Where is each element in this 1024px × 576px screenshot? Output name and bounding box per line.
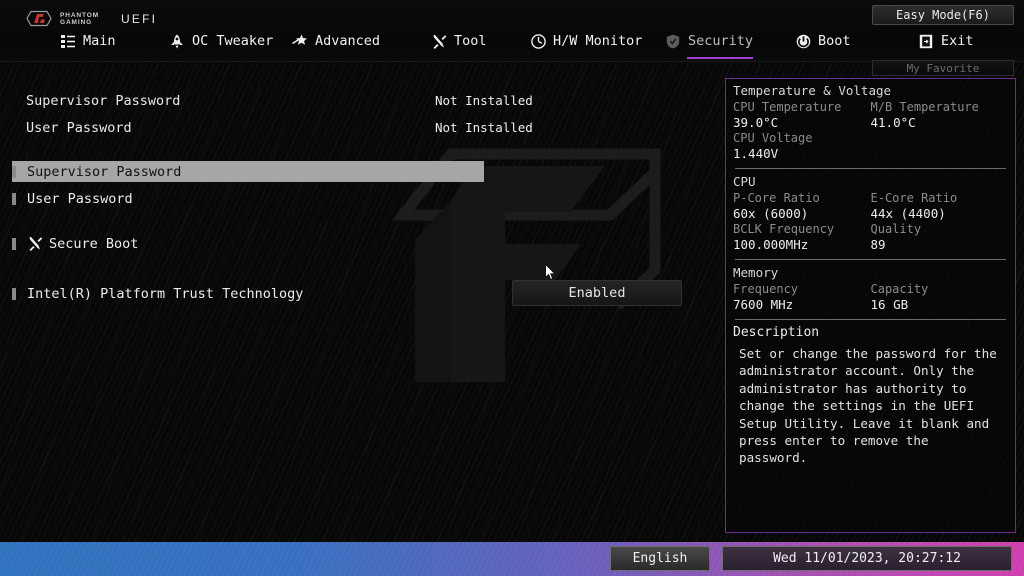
shield-icon: [665, 33, 681, 49]
memory-row: Frequency 7600 MHz Capacity 16 GB: [733, 282, 1008, 313]
memory-frequency-value: 7600 MHz: [733, 297, 871, 313]
list-icon: [60, 33, 76, 49]
status-value: Not Installed: [435, 120, 533, 136]
item-bullet-icon: [12, 238, 16, 250]
tab-boot-label: Boot: [818, 33, 851, 49]
menu-item-label: Secure Boot: [49, 236, 138, 252]
tab-hw-monitor[interactable]: H/W Monitor: [530, 29, 642, 53]
tools-icon: [27, 236, 43, 252]
section-divider: [735, 259, 1006, 260]
status-value: Not Installed: [435, 93, 533, 109]
tab-oc-tweaker-label: OC Tweaker: [192, 33, 273, 49]
description-body: Set or change the password for the admin…: [733, 345, 1008, 467]
bclk-frequency-label: BCLK Frequency: [733, 222, 871, 237]
rocket-icon: [169, 33, 185, 49]
menu-item-label: User Password: [27, 191, 133, 207]
item-bullet-icon: [12, 166, 16, 178]
section-divider: [735, 319, 1006, 320]
gauge-icon: [530, 33, 546, 49]
menu-item-intel-ptt[interactable]: Intel(R) Platform Trust Technology: [12, 283, 312, 304]
bclk-quality-row: BCLK Frequency 100.000MHz Quality 89: [733, 222, 1008, 253]
power-icon: [795, 33, 811, 49]
phantom-gaming-emblem-icon: [26, 10, 52, 27]
tab-security[interactable]: Security: [665, 29, 753, 53]
tab-security-label: Security: [688, 33, 753, 49]
tab-advanced-label: Advanced: [315, 33, 380, 49]
tab-advanced[interactable]: Advanced: [292, 29, 380, 53]
my-favorite-button[interactable]: My Favorite: [872, 60, 1014, 76]
tab-main-label: Main: [83, 33, 116, 49]
datetime-display[interactable]: Wed 11/01/2023, 20:27:12: [722, 546, 1012, 571]
cpu-section-title: CPU: [733, 174, 1008, 189]
memory-capacity-label: Capacity: [871, 282, 1009, 297]
quality-value: 89: [871, 237, 1009, 253]
status-row-supervisor-password: Supervisor Password Not Installed: [26, 90, 686, 112]
description-title: Description: [733, 325, 1008, 340]
system-info-panel: Temperature & Voltage CPU Temperature 39…: [725, 78, 1016, 533]
section-divider: [735, 168, 1006, 169]
brand-line-1: PHANTOM: [60, 12, 99, 19]
tab-tool[interactable]: Tool: [431, 29, 487, 53]
ecore-ratio-value: 44x (4400): [871, 206, 1009, 222]
ecore-ratio-label: E-Core Ratio: [871, 191, 1009, 206]
item-bullet-icon: [12, 288, 16, 300]
tab-oc-tweaker[interactable]: OC Tweaker: [169, 29, 273, 53]
menu-item-secure-boot[interactable]: Secure Boot: [12, 233, 484, 254]
main-content: Supervisor Password Not Installed User P…: [0, 62, 720, 536]
brand-logo: PHANTOM GAMING UEFI: [26, 10, 157, 27]
voltage-row: CPU Voltage 1.440V: [733, 131, 1008, 162]
cpu-voltage-value: 1.440V: [733, 146, 871, 162]
tools-icon: [431, 33, 447, 49]
cpu-voltage-label: CPU Voltage: [733, 131, 871, 146]
brand-wordmark: PHANTOM GAMING: [60, 12, 99, 26]
status-label: Supervisor Password: [26, 93, 180, 109]
uefi-bios-screen: PHANTOM GAMING UEFI Main: [0, 0, 1024, 576]
active-tab-underline: [687, 57, 753, 59]
language-button[interactable]: English: [610, 546, 710, 571]
tab-tool-label: Tool: [454, 33, 487, 49]
status-label: User Password: [26, 120, 132, 136]
core-ratio-row: P-Core Ratio 60x (6000) E-Core Ratio 44x…: [733, 191, 1008, 222]
status-row-user-password: User Password Not Installed: [26, 117, 686, 139]
door-icon: [918, 33, 934, 49]
tab-boot[interactable]: Boot: [795, 29, 851, 53]
tab-exit[interactable]: Exit: [918, 29, 974, 53]
temp-row: CPU Temperature 39.0°C M/B Temperature 4…: [733, 100, 1008, 131]
mouse-cursor: [545, 264, 557, 281]
bclk-frequency-value: 100.000MHz: [733, 237, 871, 253]
tab-hw-monitor-label: H/W Monitor: [553, 33, 642, 49]
header-bar: PHANTOM GAMING UEFI Main: [0, 0, 1024, 62]
cpu-temperature-label: CPU Temperature: [733, 100, 871, 115]
memory-capacity-value: 16 GB: [871, 297, 1009, 313]
temp-voltage-section-title: Temperature & Voltage: [733, 83, 1008, 98]
menu-item-user-password[interactable]: User Password: [12, 188, 484, 209]
tab-main[interactable]: Main: [60, 29, 116, 53]
star-icon: [292, 33, 308, 49]
main-navigation: Main OC Tweaker: [60, 29, 960, 55]
memory-frequency-label: Frequency: [733, 282, 871, 297]
footer-bar: English Wed 11/01/2023, 20:27:12: [0, 542, 1024, 576]
pcore-ratio-label: P-Core Ratio: [733, 191, 871, 206]
memory-section-title: Memory: [733, 265, 1008, 280]
menu-item-supervisor-password[interactable]: Supervisor Password: [12, 161, 484, 182]
pcore-ratio-value: 60x (6000): [733, 206, 871, 222]
menu-item-label: Intel(R) Platform Trust Technology: [27, 286, 303, 302]
mb-temperature-value: 41.0°C: [871, 115, 1009, 131]
intel-ptt-value-dropdown[interactable]: Enabled: [512, 280, 682, 306]
uefi-wordmark: UEFI: [121, 12, 157, 26]
menu-item-label: Supervisor Password: [27, 164, 181, 180]
cpu-temperature-value: 39.0°C: [733, 115, 871, 131]
brand-line-2: GAMING: [60, 19, 99, 26]
mb-temperature-label: M/B Temperature: [871, 100, 1009, 115]
item-bullet-icon: [12, 193, 16, 205]
quality-label: Quality: [871, 222, 1009, 237]
easy-mode-button[interactable]: Easy Mode(F6): [872, 5, 1014, 25]
tab-exit-label: Exit: [941, 33, 974, 49]
